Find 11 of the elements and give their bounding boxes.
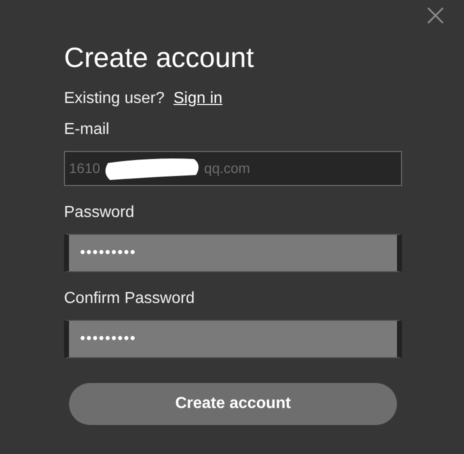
existing-user-prompt: Existing user? bbox=[64, 89, 164, 109]
field-label: Password bbox=[64, 203, 136, 223]
password-field[interactable]: ••••••••• bbox=[64, 234, 402, 272]
close-icon[interactable] bbox=[427, 7, 444, 24]
sign-in-link[interactable]: Sign in bbox=[174, 87, 222, 111]
password-field[interactable]: ••••••••• bbox=[64, 320, 402, 358]
email-field[interactable]: 1610 qq.com bbox=[64, 151, 402, 186]
field-label: E-mail bbox=[64, 120, 110, 140]
field-label: Confirm Password bbox=[64, 289, 196, 309]
dialog-title: Create account bbox=[64, 41, 255, 75]
create-account-button[interactable]: Create account bbox=[69, 383, 397, 425]
